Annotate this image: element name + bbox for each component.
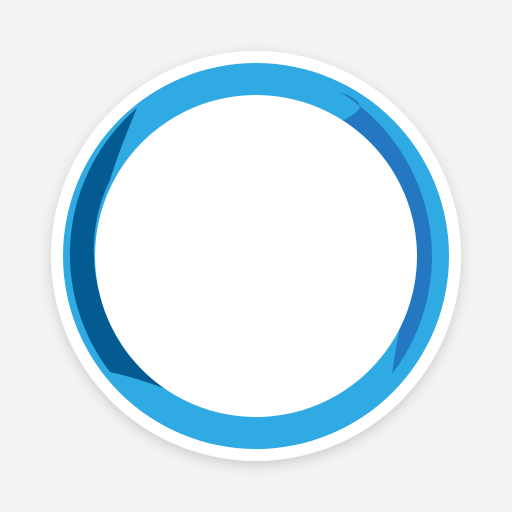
center-disc	[95, 95, 417, 417]
app-icon-canvas	[0, 0, 512, 512]
blue-ring-logo-icon	[51, 51, 461, 461]
